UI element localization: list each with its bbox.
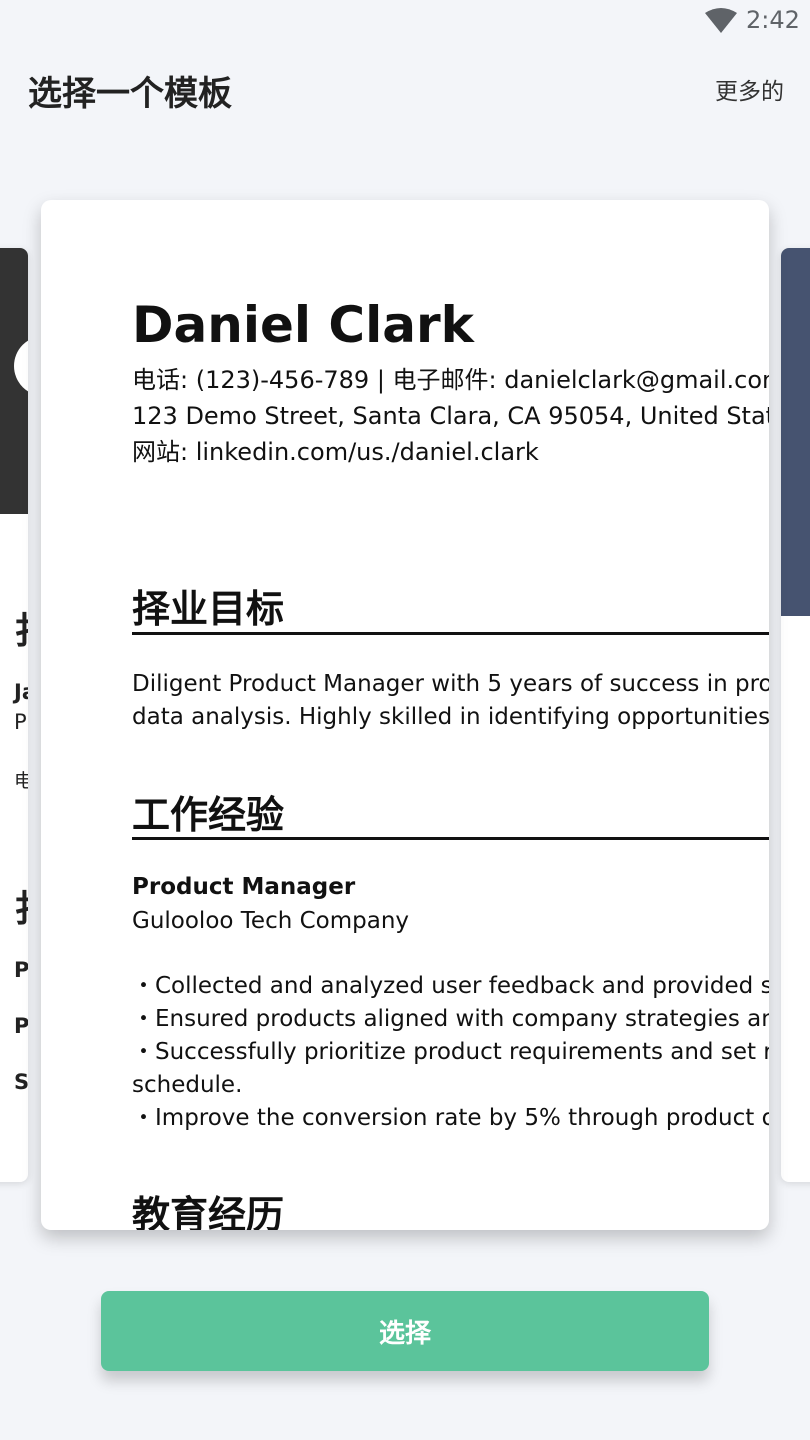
experience-bullets: ・Collected and analyzed user feedback an… (132, 970, 769, 1135)
bullet-line: ・Collected and analyzed user feedback an… (132, 973, 769, 999)
contact-line: 123 Demo Street, Santa Clara, CA 95054, … (132, 402, 769, 430)
peek-text: 电 (14, 770, 28, 792)
bullet-line: ・Successfully prioritize product require… (132, 1039, 769, 1065)
status-bar: 2:42 (0, 0, 810, 44)
text-line: Diligent Product Manager with 5 years of… (132, 671, 769, 697)
template-header-band (781, 248, 810, 616)
template-card-next[interactable] (781, 248, 810, 1182)
job-title: Product Manager (132, 874, 356, 900)
bullet-line: ・Ensured products aligned with company s… (132, 1006, 769, 1032)
peek-text: P (14, 710, 27, 734)
company-name: Gulooloo Tech Company (132, 908, 410, 934)
section-title-education: 教育经历 (132, 1193, 285, 1230)
objective-text: Diligent Product Manager with 5 years of… (132, 668, 769, 734)
section-divider (132, 837, 769, 840)
peek-text: P (14, 958, 28, 982)
select-template-button[interactable]: 选择 (101, 1291, 709, 1371)
status-time: 2:42 (746, 6, 800, 34)
resume-contact: 电话: (123)-456-789 | 电子邮件: danielclark@gm… (132, 362, 769, 470)
template-picker-screen: 2:42 选择一个模板 更多的 扌 Ja P 电 扌 P P S Daniel … (0, 0, 810, 1440)
peek-text: 扌 (14, 880, 28, 932)
template-card-previous[interactable]: 扌 Ja P 电 扌 P P S (0, 248, 28, 1182)
peek-text: P (14, 1014, 28, 1038)
section-title-objective: 择业目标 (132, 587, 285, 631)
wifi-icon (705, 8, 737, 33)
contact-line: 网站: linkedin.com/us./daniel.clark (132, 438, 539, 466)
section-divider (132, 632, 769, 635)
resume-name: Daniel Clark (132, 296, 474, 354)
more-button[interactable]: 更多的 (715, 72, 784, 106)
section-title-experience: 工作经验 (132, 793, 285, 837)
template-card-current[interactable]: Daniel Clark 电话: (123)-456-789 | 电子邮件: d… (41, 200, 769, 1230)
peek-text: 扌 (14, 602, 28, 654)
bullet-line: ・Improve the conversion rate by 5% throu… (132, 1105, 769, 1131)
peek-text: S (14, 1070, 28, 1094)
peek-text: Ja (14, 680, 28, 704)
text-line: data analysis. Highly skilled in identif… (132, 704, 769, 730)
page-title: 选择一个模板 (28, 74, 232, 114)
contact-line: 电话: (123)-456-789 | 电子邮件: danielclark@gm… (132, 366, 769, 394)
bullet-line: schedule. (132, 1072, 243, 1098)
